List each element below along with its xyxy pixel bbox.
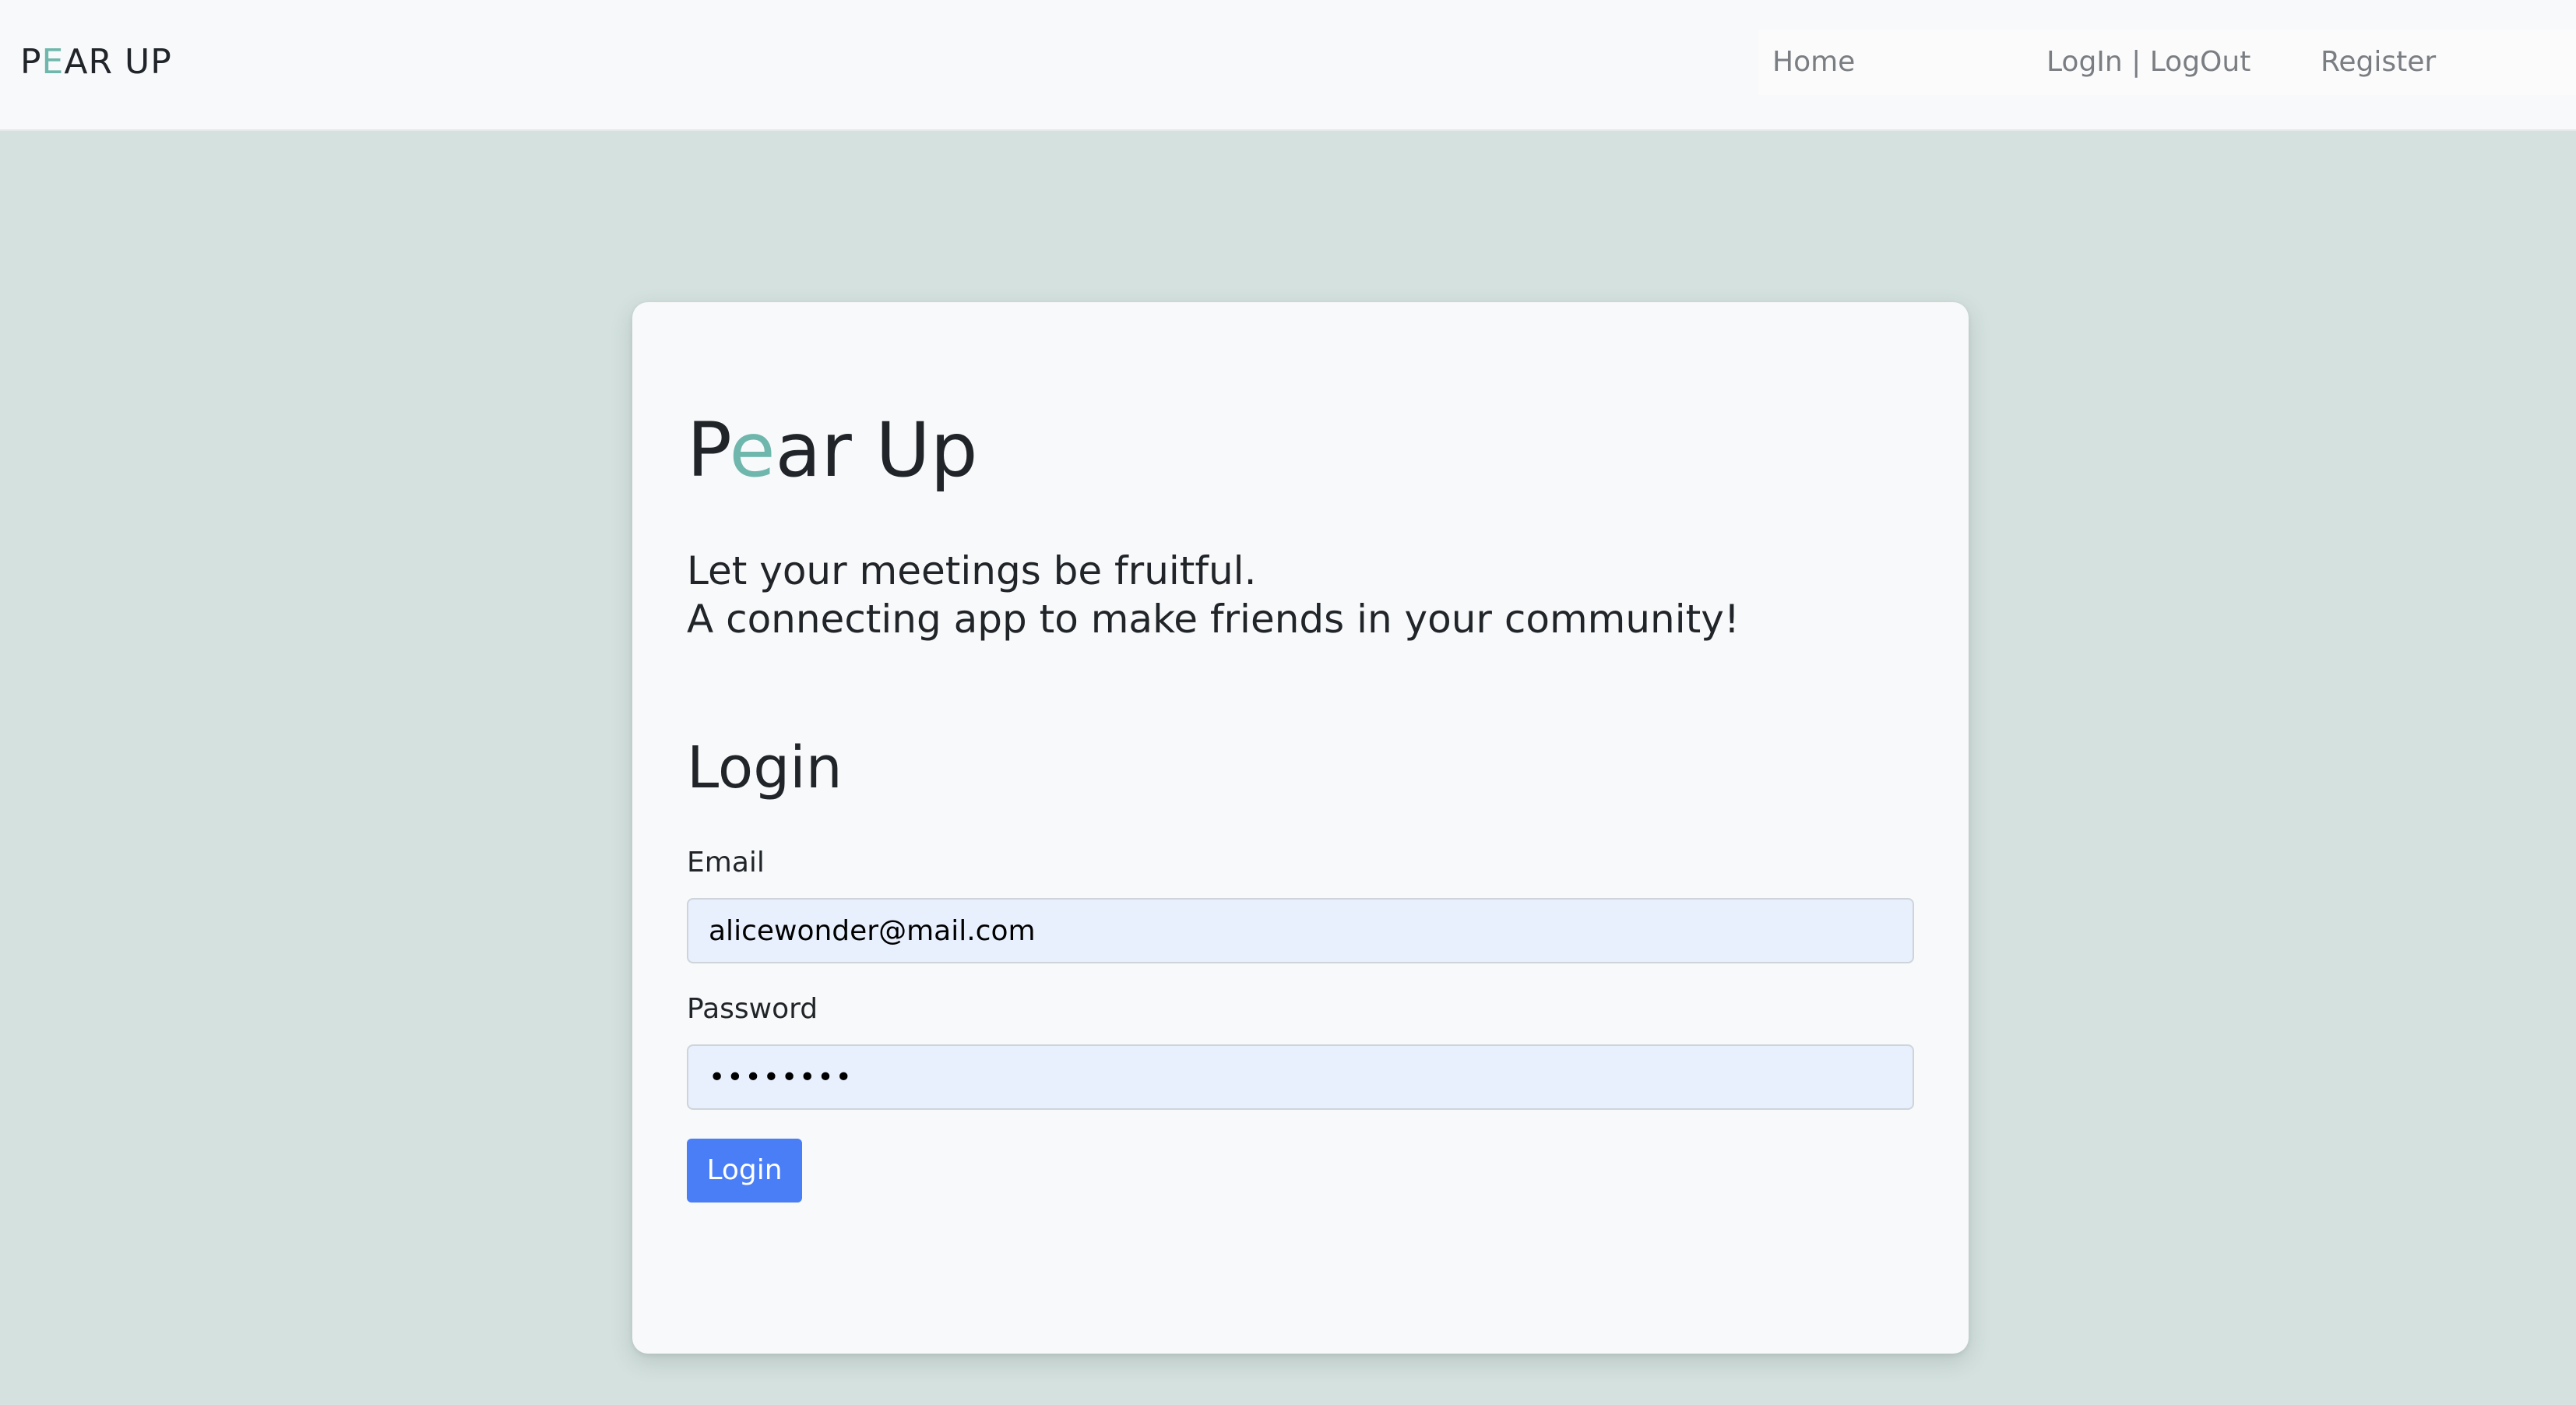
nav-links: Home LogIn | LogOut Register <box>1758 30 2576 95</box>
tagline: Let your meetings be fruitful. A connect… <box>687 547 1740 643</box>
email-field[interactable] <box>687 898 1914 963</box>
tagline-line-2: A connecting app to make friends in your… <box>687 597 1740 642</box>
email-label: Email <box>687 847 765 879</box>
app-title: Pear Up <box>687 403 978 497</box>
tagline-line-1: Let your meetings be fruitful. <box>687 548 1257 593</box>
title-rest: ar Up <box>775 407 978 494</box>
password-label: Password <box>687 993 818 1025</box>
login-heading: Login <box>687 734 843 801</box>
brand-letter-p: P <box>20 42 42 82</box>
brand-accent-letter: E <box>41 42 65 82</box>
nav-link-login-logout[interactable]: LogIn | LogOut <box>2046 45 2250 79</box>
top-navbar: PEAR UP Home LogIn | LogOut Register <box>0 0 2576 131</box>
nav-link-home[interactable]: Home <box>1772 45 1855 79</box>
login-button[interactable]: Login <box>687 1139 802 1203</box>
brand-logo[interactable]: PEAR UP <box>20 40 172 84</box>
password-field[interactable] <box>687 1044 1914 1110</box>
login-card: Pear Up Let your meetings be fruitful. A… <box>632 302 1969 1354</box>
nav-link-register[interactable]: Register <box>2321 45 2436 79</box>
brand-rest: AR UP <box>64 42 172 82</box>
title-accent-letter: e <box>729 407 776 494</box>
title-letter-p: P <box>687 407 730 494</box>
